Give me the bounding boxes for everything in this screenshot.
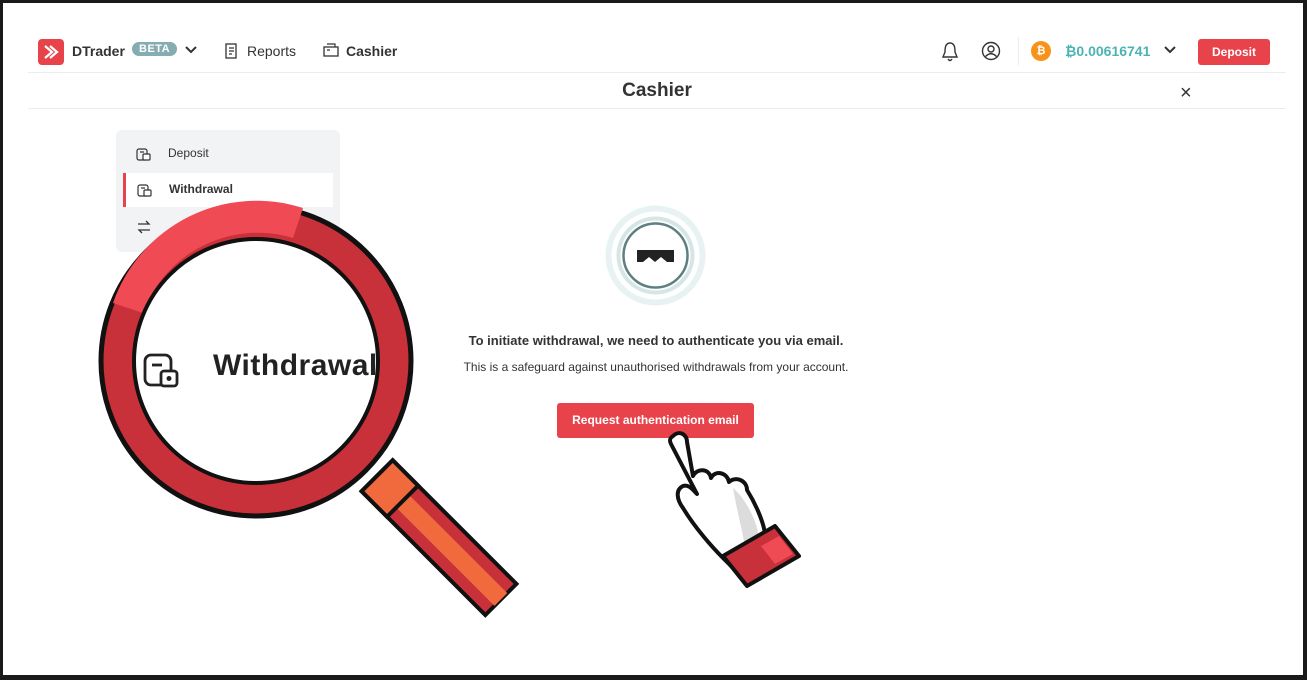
reports-icon [225,43,237,59]
magnifying-glass-icon [98,200,520,618]
withdrawal-icon [143,353,179,388]
email-verification-icon [603,203,708,308]
sidebar-item-deposit[interactable]: Deposit [116,137,340,171]
top-header: DTrader BETA Reports Cashier ₿ ₿0.006167… [28,31,1286,73]
chevron-down-icon[interactable] [1163,45,1177,55]
account-balance[interactable]: ₿0.00616741 [1065,43,1150,59]
chevron-down-icon[interactable] [184,45,198,55]
dtrader-logo-icon[interactable] [38,39,64,65]
pointing-hand-icon [667,431,801,588]
magnified-label: Withdrawal [213,349,378,382]
close-icon[interactable]: × [1180,82,1192,105]
deposit-button[interactable]: Deposit [1198,39,1270,65]
sidebar-item-label: Deposit [168,146,209,160]
page-title: Cashier [622,80,692,101]
nav-reports[interactable]: Reports [247,43,296,59]
cashier-bar: Cashier × [28,73,1286,109]
beta-badge: BETA [132,42,178,56]
cashier-icon [323,43,339,57]
account-icon[interactable] [981,41,1001,61]
header-divider [1018,37,1019,65]
bitcoin-icon: ₿ [1031,41,1051,61]
nav-cashier[interactable]: Cashier [346,43,397,59]
browser-frame: DTrader BETA Reports Cashier ₿ ₿0.006167… [3,3,1303,675]
notification-bell-icon[interactable] [940,41,960,63]
deposit-icon [136,148,151,161]
brand-name[interactable]: DTrader [72,43,125,59]
